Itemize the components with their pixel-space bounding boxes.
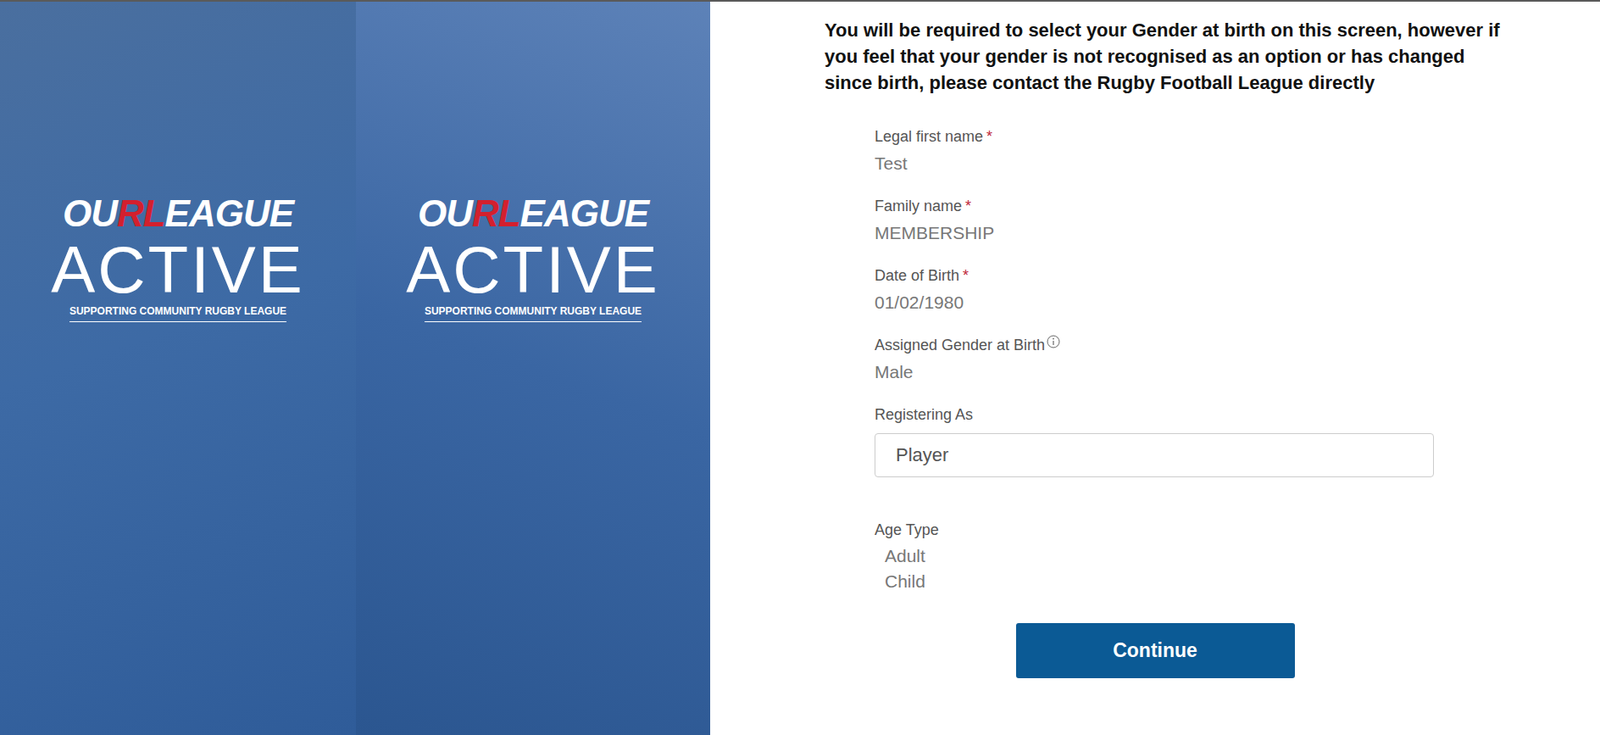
registration-page: OURLEAGUEACTIVESUPPORTING COMMUNITY RUGB…	[0, 0, 1600, 735]
field-label: Date of Birth*	[874, 265, 1600, 286]
form-panel: You will be required to select your Gend…	[710, 1, 1600, 735]
registering-as-label: Registering As	[874, 404, 1600, 425]
actions: Continue	[710, 622, 1600, 678]
form-field: Family name* MEMBERSHIP	[874, 195, 1600, 245]
side-photo-panel: OURLEAGUEACTIVESUPPORTING COMMUNITY RUGB…	[0, 1, 356, 735]
brand-logo: OURLEAGUEACTIVESUPPORTING COMMUNITY RUGB…	[401, 193, 665, 323]
required-mark: *	[965, 195, 972, 217]
registration-form: Legal first name* Test Family name* MEMBERS…	[824, 126, 1600, 595]
side-photo-panel: OURLEAGUEACTIVESUPPORTING COMMUNITY RUGB…	[355, 1, 711, 735]
form-field: Date of Birth* 01/02/1980	[874, 265, 1600, 315]
logo-title: ACTIVE	[405, 233, 661, 306]
registering-as-select[interactable]: Player	[874, 433, 1434, 478]
field-label: Assigned Gender at Birth	[874, 334, 1600, 356]
field-value: Test	[874, 151, 1600, 176]
age-type-options: AdultChild	[874, 543, 1600, 595]
age-type-option[interactable]: Adult	[884, 543, 1600, 569]
field-label: Legal first name*	[874, 126, 1600, 147]
age-type-option[interactable]: Child	[884, 568, 1600, 595]
logo-tagline: SUPPORTING COMMUNITY RUGBY LEAGUE	[424, 305, 642, 323]
required-mark: *	[986, 126, 993, 147]
form-field: Legal first name* Test	[874, 126, 1600, 176]
continue-button[interactable]: Continue	[1016, 622, 1295, 678]
field-value: 01/02/1980	[874, 290, 1600, 315]
form-field: Assigned Gender at Birth Male	[874, 334, 1600, 384]
field-value: Male	[874, 360, 1600, 384]
age-type-label: Age Type	[874, 519, 1600, 540]
field-label: Family name*	[874, 195, 1600, 217]
required-mark: *	[962, 265, 969, 286]
brand-logo: OURLEAGUEACTIVESUPPORTING COMMUNITY RUGB…	[46, 193, 310, 323]
logo-title: ACTIVE	[50, 233, 306, 306]
logo-wordmark: OURLEAGUE	[417, 193, 649, 234]
field-value: MEMBERSHIP	[874, 221, 1600, 245]
gender-notice: You will be required to select your Gend…	[824, 16, 1503, 96]
logo-wordmark: OURLEAGUE	[62, 193, 294, 234]
info-icon[interactable]	[1046, 334, 1061, 349]
logo-tagline: SUPPORTING COMMUNITY RUGBY LEAGUE	[69, 305, 287, 323]
